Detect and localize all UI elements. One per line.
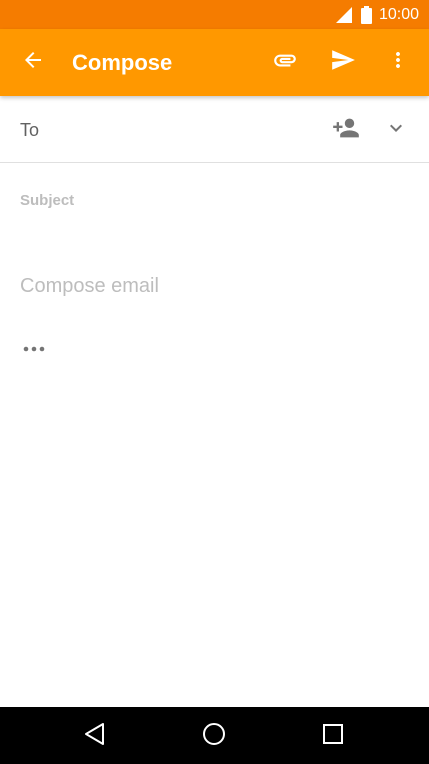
- nav-back-icon: [84, 722, 106, 751]
- signal-icon: [335, 7, 352, 23]
- nav-home-button[interactable]: [197, 719, 231, 753]
- expand-recipients-button[interactable]: [380, 112, 412, 148]
- chevron-down-icon: [384, 116, 408, 145]
- status-bar: 10:00: [0, 0, 429, 29]
- send-button[interactable]: [323, 42, 363, 82]
- system-nav-bar: [0, 707, 429, 764]
- arrow-back-icon: [21, 48, 45, 77]
- send-icon: [330, 47, 356, 78]
- battery-icon: [360, 6, 372, 24]
- status-time: 10:00: [378, 6, 419, 23]
- add-contact-icon: [332, 114, 360, 147]
- nav-home-icon: [202, 722, 226, 751]
- to-label: To: [20, 120, 40, 140]
- more-vert-icon: [386, 48, 410, 77]
- nav-recents-button[interactable]: [316, 719, 350, 753]
- more-horiz-icon: [23, 340, 45, 358]
- nav-recents-icon: [322, 723, 344, 750]
- body-input[interactable]: [20, 266, 410, 306]
- to-field-row: To: [0, 96, 429, 163]
- status-icons: 10:00: [335, 5, 419, 25]
- more-options-button[interactable]: [378, 42, 418, 82]
- back-button[interactable]: [13, 42, 53, 82]
- nav-back-button[interactable]: [78, 719, 112, 753]
- show-quoted-text-button[interactable]: [18, 338, 50, 360]
- to-input[interactable]: [52, 110, 312, 150]
- subject-input[interactable]: [20, 182, 410, 218]
- app-bar: Compose: [0, 29, 429, 96]
- attach-button[interactable]: [265, 42, 305, 82]
- add-contact-button[interactable]: [328, 112, 364, 148]
- paperclip-icon: [272, 47, 298, 78]
- compose-screen: 10:00 Compose To: [0, 0, 429, 764]
- page-title: Compose: [72, 50, 173, 75]
